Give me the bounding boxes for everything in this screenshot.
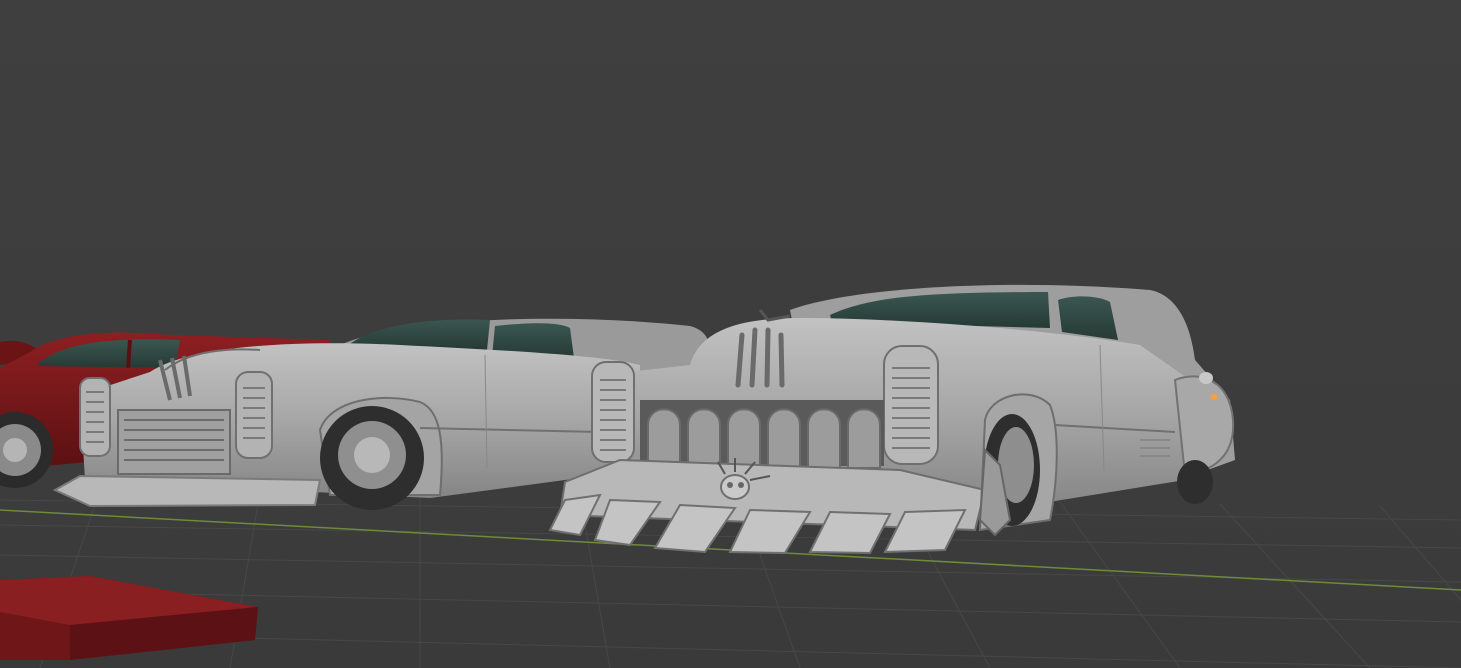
skull-emblem-icon (720, 474, 750, 500)
origin-dot (1210, 393, 1218, 401)
scene-canvas[interactable] (0, 0, 1461, 668)
3d-viewport[interactable] (0, 0, 1461, 668)
red-slab-object[interactable] (0, 576, 258, 660)
